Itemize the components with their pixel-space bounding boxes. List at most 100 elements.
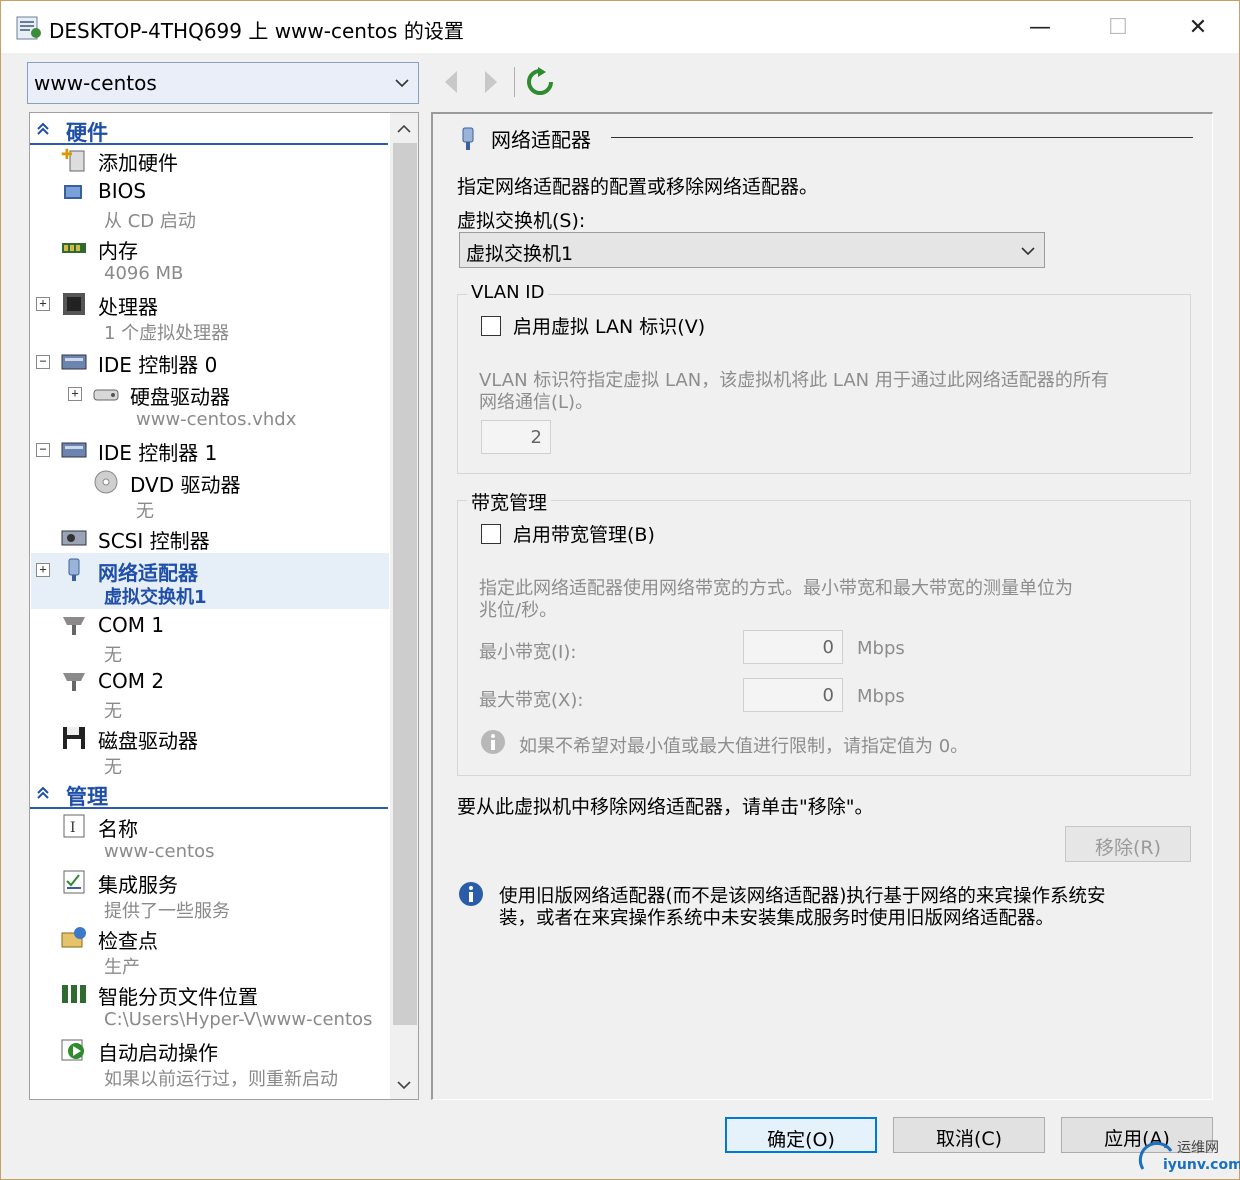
minimize-icon: — [1029,14,1051,40]
tree-item-label: 磁盘驱动器 [98,729,198,753]
tree-item-label: SCSI 控制器 [98,529,210,553]
tree-item-label: COM 2 [98,669,165,693]
tree-item-label: 网络适配器 [98,561,198,585]
tree-item-sublabel: 从 CD 启动 [104,211,196,232]
serial-port-icon [63,673,85,691]
tree-item-sublabel: 无 [136,501,154,522]
memory-icon [62,243,86,253]
scrollbar-thumb[interactable] [393,143,417,1025]
hard-drive-icon [93,389,119,401]
cancel-button-label: 取消(C) [935,1128,1003,1150]
maximize-button[interactable]: ☐ [1095,9,1141,45]
tree-item-label: 智能分页文件位置 [98,985,258,1009]
expand-toggle[interactable]: + [36,563,50,577]
svg-text:✚: ✚ [61,147,73,163]
expand-toggle[interactable]: + [68,387,82,401]
integration-services-icon [63,870,85,894]
enable-vlan-checkbox[interactable] [481,316,501,336]
toolbar-separator [514,67,515,97]
tree-item-label: 名称 [98,817,138,841]
chevron-down-icon [395,79,409,88]
remove-button[interactable]: 移除(R) [1065,826,1191,862]
min-bandwidth-input[interactable]: 0 [743,630,843,664]
tree-item-sublabel: 4096 MB [104,263,184,284]
enable-vlan-label: 启用虚拟 LAN 标识(V) [513,316,706,338]
min-bandwidth-value: 0 [822,637,834,658]
max-bandwidth-input[interactable]: 0 [743,678,843,712]
add-hardware-icon: ✚ [61,147,85,172]
tree-item-sublabel: 虚拟交换机1 [104,587,207,608]
vlan-id-value: 2 [530,427,542,448]
tree-item-label: 添加硬件 [98,151,178,175]
name-field-icon: I [63,814,85,838]
tree-scrollbar[interactable] [390,113,418,1099]
refresh-icon[interactable] [525,67,555,97]
chevron-down-icon [1021,247,1035,256]
bios-chip-icon [64,185,82,199]
close-button[interactable]: ✕ [1175,9,1221,45]
scsi-controller-icon [61,530,87,546]
vlan-id-input[interactable]: 2 [481,420,551,454]
tree-item-label: 硬盘驱动器 [130,385,230,409]
ok-button-label: 确定(O) [767,1129,835,1151]
auto-start-icon [61,1039,84,1061]
hardware-section-header[interactable]: 硬件 [30,115,388,145]
forward-arrow-icon[interactable] [481,69,501,95]
cancel-button[interactable]: 取消(C) [893,1117,1045,1153]
tree-item-label: COM 1 [98,613,165,637]
vlan-group-title: VLAN ID [467,282,549,303]
tree-item-sublabel: www-centos.vhdx [136,409,297,430]
tree-item-label: 自动启动操作 [98,1041,218,1065]
window-title: DESKTOP-4THQ699 上 www-centos 的设置 [49,19,464,43]
tree-item-sublabel: 无 [104,701,122,722]
virtual-switch-label: 虚拟交换机(S): [457,210,586,232]
tree-item-sublabel: C:\Users\Hyper-V\www-centos [104,1009,373,1030]
smart-paging-icon [62,985,86,1003]
hardware-header-label: 硬件 [66,121,108,145]
title-bar: DESKTOP-4THQ699 上 www-centos 的设置 — ☐ ✕ [1,1,1239,53]
collapse-toggle[interactable]: − [36,443,50,457]
tree-item-label: 检查点 [98,929,158,953]
scroll-up-icon[interactable] [396,121,412,137]
expand-toggle[interactable]: + [36,297,50,311]
back-arrow-icon[interactable] [441,69,461,95]
ide-controller-icon [61,354,87,370]
info-icon [481,730,505,754]
tree-item-label: 处理器 [98,295,158,319]
site-watermark: 运维网 iyunv.com [1137,1135,1240,1179]
maximize-icon: ☐ [1108,14,1128,40]
tree-item-sublabel: www-centos [104,841,215,862]
settings-tree: 硬件 ✚ 添加硬件 BIOS 从 CD 启动 内存 4096 MB + 处理器 … [29,112,419,1100]
heading-divider [611,137,1193,138]
vm-selector-dropdown[interactable]: www-centos [27,62,419,104]
tree-item-sublabel: 无 [104,645,122,666]
enable-bandwidth-checkbox[interactable] [481,524,501,544]
ok-button[interactable]: 确定(O) [725,1117,877,1153]
tree-item-sublabel: 如果以前运行过，则重新启动 [104,1069,338,1090]
legacy-adapter-info-2: 装，或者在来宾操作系统中未安装集成服务时使用旧版网络适配器。 [499,908,1055,929]
tree-item-label: DVD 驱动器 [130,473,241,497]
virtual-switch-dropdown[interactable]: 虚拟交换机1 [459,232,1045,268]
tree-item-sublabel: 生产 [104,957,140,978]
tree-item-label: BIOS [98,179,147,203]
collapse-toggle[interactable]: − [36,355,50,369]
panel-heading: 网络适配器 [491,128,591,152]
network-adapter-icon [462,127,474,150]
minimize-button[interactable]: — [1017,9,1063,45]
min-bandwidth-unit: Mbps [857,638,905,659]
max-bandwidth-label: 最大带宽(X): [479,690,584,711]
panel-description: 指定网络适配器的配置或移除网络适配器。 [457,176,819,198]
tree-item-label: IDE 控制器 0 [98,353,218,377]
floppy-disk-icon [63,727,85,749]
close-icon: ✕ [1188,14,1208,40]
ide-controller-icon [61,442,87,458]
bandwidth-note: 如果不希望对最小值或最大值进行限制，请指定值为 0。 [519,736,969,757]
scroll-down-icon[interactable] [396,1077,412,1093]
collapse-chevron-icon [37,122,49,135]
virtual-switch-value: 虚拟交换机1 [466,243,574,265]
processor-icon [63,293,85,315]
tree-item-label: IDE 控制器 1 [98,441,218,465]
watermark-text-1: 运维网 [1177,1140,1219,1156]
management-section-header[interactable]: 管理 [30,779,388,809]
watermark-text-2: iyunv.com [1163,1157,1240,1173]
